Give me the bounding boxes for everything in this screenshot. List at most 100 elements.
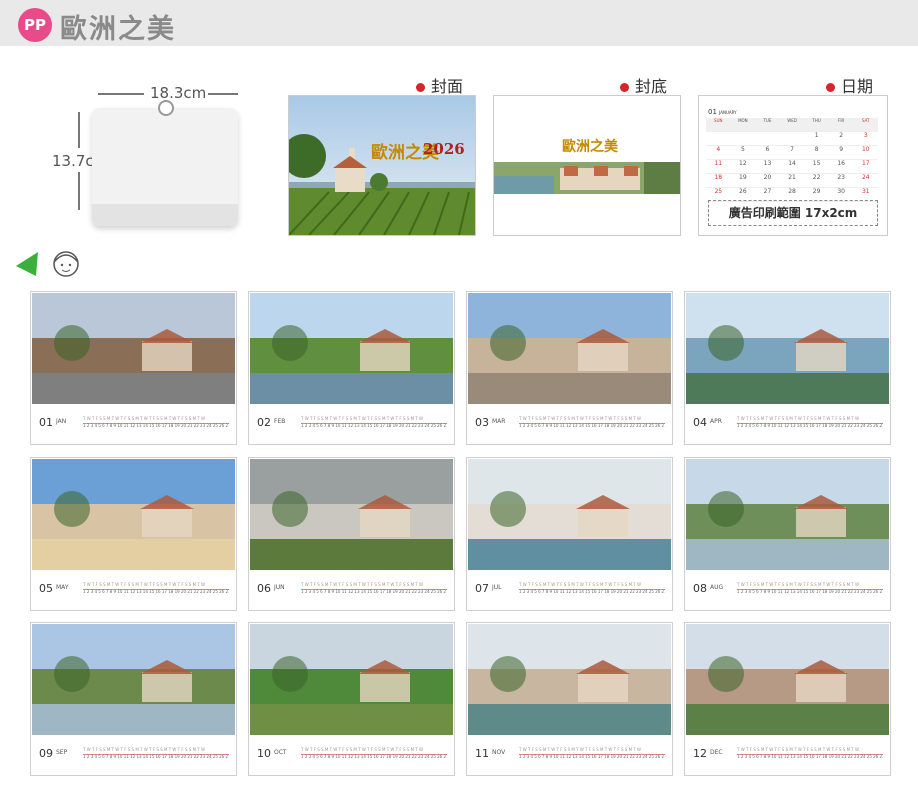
- month-photo: [32, 459, 235, 570]
- month-photo: [32, 624, 235, 735]
- date-page-month: 01 JANUARY: [708, 108, 737, 116]
- month-card: 10 OCT T W T F S S M T W T F S S M T W T F…: [248, 622, 455, 776]
- month-number: 07: [475, 582, 489, 595]
- bullet-icon: [416, 83, 425, 92]
- month-caption: 06 JUN T W T F S S M T W T F S S M T W T F…: [249, 570, 454, 610]
- month-caption: 02 FEB T W T F S S M T W T F S S M T W T F…: [249, 404, 454, 444]
- date-strip: 1 2 3 4 5 6 7 8 9 10 11 12 13 14 15 16 1…: [83, 589, 229, 594]
- date-strip: 1 2 3 4 5 6 7 8 9 10 11 12 13 14 15 16 1…: [519, 589, 665, 594]
- month-abbr: JUN: [274, 584, 285, 591]
- month-caption: 07 JUL T W T F S S M T W T F S S M T W T F…: [467, 570, 672, 610]
- month-photo: [468, 459, 671, 570]
- hook-icon: [158, 100, 174, 116]
- date-strip: 1 2 3 4 5 6 7 8 9 10 11 12 13 14 15 16 1…: [301, 589, 447, 594]
- page-header: PP 歐洲之美: [0, 0, 918, 46]
- month-card: 02 FEB T W T F S S M T W T F S S M T W T F…: [248, 291, 455, 445]
- month-caption: 12 DEC T W T F S S M T W T F S S M T W T F…: [685, 735, 890, 775]
- month-card: 08 AUG T W T F S S M T W T F S S M T W T F…: [684, 457, 891, 611]
- month-number: 08: [693, 582, 707, 595]
- month-photo: [250, 624, 453, 735]
- month-card: 09 SEP T W T F S S M T W T F S S M T W T F…: [30, 622, 237, 776]
- month-card: 01 JAN T W T F S S M T W T F S S M T W T F…: [30, 291, 237, 445]
- month-caption: 05 MAY T W T F S S M T W T F S S M T W T F…: [31, 570, 236, 610]
- width-line-left: [98, 93, 144, 95]
- month-caption: 01 JAN T W T F S S M T W T F S S M T W T F…: [31, 404, 236, 444]
- month-card: 04 APR T W T F S S M T W T F S S M T W T F…: [684, 291, 891, 445]
- back-label: 封底: [620, 73, 667, 97]
- month-abbr: JAN: [56, 418, 67, 425]
- month-number: 01: [39, 416, 53, 429]
- date-strip: 1 2 3 4 5 6 7 8 9 10 11 12 13 14 15 16 1…: [83, 754, 229, 759]
- height-line-top: [78, 112, 80, 148]
- back-title: 歐洲之美: [562, 139, 618, 155]
- month-number: 12: [693, 747, 707, 760]
- month-number: 11: [475, 747, 489, 760]
- width-dimension: 18.3cm: [150, 84, 207, 102]
- back-preview: 歐洲之美: [493, 95, 681, 236]
- date-strip: 1 2 3 4 5 6 7 8 9 10 11 12 13 14 15 16 1…: [301, 423, 447, 428]
- date-strip: 1 2 3 4 5 6 7 8 9 10 11 12 13 14 15 16 1…: [737, 589, 883, 594]
- month-caption: 08 AUG T W T F S S M T W T F S S M T W T F…: [685, 570, 890, 610]
- month-photo: [686, 624, 889, 735]
- month-abbr: NOV: [492, 749, 506, 756]
- month-photo: [468, 624, 671, 735]
- desk-calendar-illustration: [92, 100, 238, 226]
- month-caption: 10 OCT T W T F S S M T W T F S S M T W T F…: [249, 735, 454, 775]
- month-card: 06 JUN T W T F S S M T W T F S S M T W T F…: [248, 457, 455, 611]
- bullet-icon: [620, 83, 629, 92]
- date-row: 18 19 20 21 22 23 24: [706, 174, 878, 188]
- bullet-icon: [826, 83, 835, 92]
- date-strip: 1 2 3 4 5 6 7 8 9 10 11 12 13 14 15 16 1…: [83, 423, 229, 428]
- month-abbr: SEP: [56, 749, 68, 756]
- pointer-girl-icon: [16, 251, 79, 277]
- calendar-base: [92, 204, 238, 226]
- month-abbr: APR: [710, 418, 722, 425]
- month-photo: [686, 293, 889, 404]
- month-card: 05 MAY T W T F S S M T W T F S S M T W T F…: [30, 457, 237, 611]
- month-photo: [250, 459, 453, 570]
- month-abbr: MAR: [492, 418, 506, 425]
- date-page-grid: SUN MON TUE WED THU FRI SAT 123 4 5 6 7 8 9 10 11 12 1…: [706, 118, 878, 202]
- date-row: 4 5 6 7 8 9 10: [706, 146, 878, 160]
- month-abbr: OCT: [274, 749, 287, 756]
- month-number: 10: [257, 747, 271, 760]
- month-number: 03: [475, 416, 489, 429]
- page-title: 歐洲之美: [60, 14, 176, 45]
- month-caption: 11 NOV T W T F S S M T W T F S S M T W T F…: [467, 735, 672, 775]
- month-caption: 03 MAR T W T F S S M T W T F S S M T W T F…: [467, 404, 672, 444]
- month-number: 09: [39, 747, 53, 760]
- month-number: 04: [693, 416, 707, 429]
- month-abbr: DEC: [710, 749, 723, 756]
- ad-print-area: 廣告印刷範圍 17x2cm: [708, 200, 878, 226]
- month-card: 03 MAR T W T F S S M T W T F S S M T W T F…: [466, 291, 673, 445]
- month-photo: [686, 459, 889, 570]
- date-row: 11 12 13 14 15 16 17: [706, 160, 878, 174]
- date-strip: 1 2 3 4 5 6 7 8 9 10 11 12 13 14 15 16 1…: [519, 423, 665, 428]
- month-number: 06: [257, 582, 271, 595]
- cover-year: 2026: [423, 140, 465, 158]
- month-caption: 04 APR T W T F S S M T W T F S S M T W T F…: [685, 404, 890, 444]
- weekday-row: SUN MON TUE WED THU FRI SAT: [706, 118, 878, 132]
- month-card: 11 NOV T W T F S S M T W T F S S M T W T F…: [466, 622, 673, 776]
- back-photo: [494, 96, 680, 235]
- month-photo: [468, 293, 671, 404]
- cover-photo: [289, 96, 475, 235]
- month-card: 07 JUL T W T F S S M T W T F S S M T W T F…: [466, 457, 673, 611]
- width-line-right: [208, 93, 238, 95]
- month-abbr: MAY: [56, 584, 69, 591]
- date-strip: 1 2 3 4 5 6 7 8 9 10 11 12 13 14 15 16 1…: [737, 754, 883, 759]
- date-strip: 1 2 3 4 5 6 7 8 9 10 11 12 13 14 15 16 1…: [737, 423, 883, 428]
- cover-label: 封面: [416, 73, 463, 97]
- cover-preview: 歐洲之美 2026: [288, 95, 476, 236]
- date-page-preview: 01 JANUARY SUN MON TUE WED THU FRI SAT 123 456…: [698, 95, 888, 236]
- month-abbr: JUL: [492, 584, 502, 591]
- height-line-bottom: [78, 172, 80, 210]
- date-strip: 1 2 3 4 5 6 7 8 9 10 11 12 13 14 15 16 1…: [519, 754, 665, 759]
- month-photo: [32, 293, 235, 404]
- date-label: 日期: [826, 73, 873, 97]
- brand-badge: PP: [18, 8, 52, 42]
- month-number: 02: [257, 416, 271, 429]
- month-abbr: FEB: [274, 418, 286, 425]
- month-photo: [250, 293, 453, 404]
- date-strip: 1 2 3 4 5 6 7 8 9 10 11 12 13 14 15 16 1…: [301, 754, 447, 759]
